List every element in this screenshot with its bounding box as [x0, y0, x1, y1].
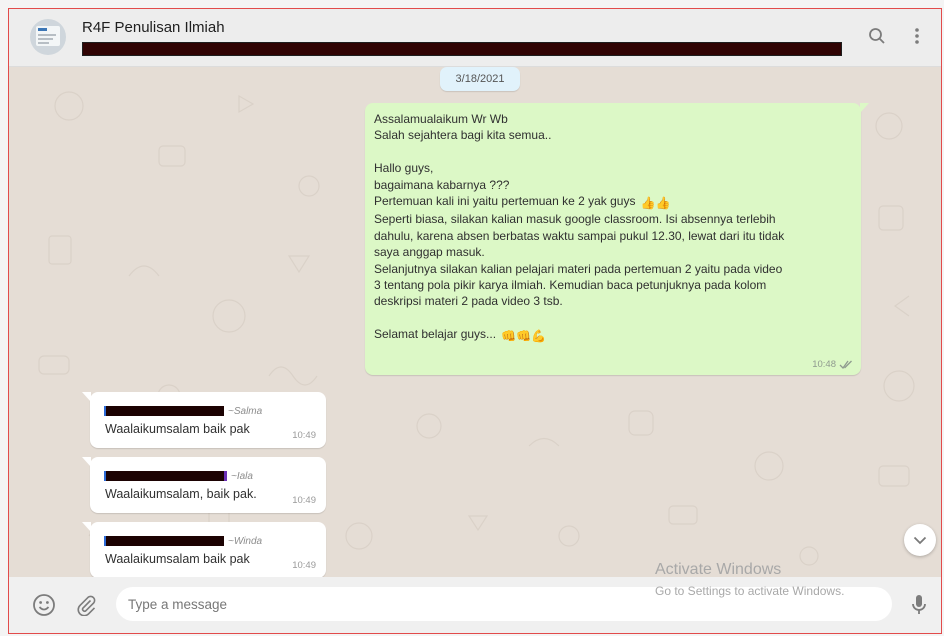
- redacted-participants-bar: [82, 42, 842, 56]
- document-thumbnail-icon: [36, 26, 60, 46]
- emoji-icon[interactable]: [31, 592, 57, 618]
- message-time: 10:49: [292, 495, 316, 506]
- group-avatar[interactable]: [30, 19, 66, 55]
- message-line: dahulu, karena absen berbatas waktu samp…: [374, 228, 785, 243]
- message-time: 10:49: [292, 560, 316, 571]
- incoming-message[interactable]: ~Iala Waalaikumsalam, baik pak. 10:49: [82, 457, 326, 513]
- chevron-down-icon: [913, 536, 927, 544]
- redacted-phone-number: [104, 536, 224, 546]
- message-list[interactable]: 3/18/2021 Assalamualaikum Wr Wb Salah se…: [9, 66, 941, 577]
- double-check-icon: [839, 360, 852, 369]
- message-line: saya anggap masuk.: [374, 245, 485, 260]
- date-chip: 3/18/2021: [440, 67, 520, 91]
- sender-name[interactable]: ~Salma: [228, 406, 262, 417]
- sender-name[interactable]: ~Winda: [228, 536, 262, 547]
- message-line-text: Pertemuan kali ini yaitu pertemuan ke 2 …: [374, 194, 636, 209]
- message-line: Assalamualaikum Wr Wb: [374, 112, 508, 126]
- message-line: Pertemuan kali ini yaitu pertemuan ke 2 …: [374, 193, 851, 211]
- message-composer: [9, 577, 941, 633]
- message-text: Waalaikumsalam baik pak: [105, 552, 250, 566]
- chat-title[interactable]: R4F Penulisan Ilmiah: [82, 19, 225, 36]
- paperclip-icon[interactable]: [73, 592, 99, 618]
- message-line: Selamat belajar guys... 👊👊💪: [374, 326, 851, 344]
- outgoing-message[interactable]: Assalamualaikum Wr Wb Salah sejahtera ba…: [365, 103, 869, 375]
- fist-emoji-icon: 👊👊💪: [501, 329, 547, 344]
- message-time: 10:49: [292, 430, 316, 441]
- sender-row: ~Iala: [104, 470, 253, 482]
- message-line: Selanjutnya silakan kalian pelajari mate…: [374, 261, 783, 276]
- thumbs-up-emoji-icon: 👍👍: [640, 196, 671, 211]
- message-line: bagaimana kabarnya ???: [374, 177, 510, 192]
- redacted-phone-number: [104, 471, 227, 481]
- message-line: [374, 144, 851, 160]
- sender-row: ~Winda: [104, 535, 262, 547]
- message-input[interactable]: [116, 587, 892, 621]
- scroll-down-button[interactable]: [904, 524, 936, 556]
- whatsapp-window: R4F Penulisan Ilmiah 3/18/2021 Assalamua…: [8, 8, 942, 634]
- chat-header: R4F Penulisan Ilmiah: [9, 9, 941, 67]
- message-text: Waalaikumsalam baik pak: [105, 422, 250, 436]
- message-line: Salah sejahtera bagi kita semua..: [374, 128, 552, 143]
- message-time: 10:48: [812, 359, 836, 370]
- message-line: 3 tentang pola pikir karya ilmiah. Kemud…: [374, 278, 767, 293]
- message-meta: 10:48: [812, 359, 853, 370]
- redacted-phone-number: [104, 406, 224, 416]
- message-line: [374, 310, 851, 326]
- incoming-message[interactable]: ~Winda Waalaikumsalam baik pak 10:49: [82, 522, 326, 577]
- kebab-menu-icon[interactable]: [905, 24, 929, 48]
- sender-name[interactable]: ~Iala: [231, 471, 253, 482]
- message-line: deskripsi materi 2 pada video 3 tsb.: [374, 294, 563, 309]
- microphone-icon[interactable]: [906, 592, 932, 618]
- message-line: Seperti biasa, silakan kalian masuk goog…: [374, 212, 776, 227]
- message-line-text: Selamat belajar guys...: [374, 327, 497, 342]
- sender-row: ~Salma: [104, 405, 262, 417]
- message-text: Waalaikumsalam, baik pak.: [105, 487, 257, 501]
- message-line: Hallo guys,: [374, 161, 434, 176]
- incoming-message[interactable]: ~Salma Waalaikumsalam baik pak 10:49: [82, 392, 326, 448]
- search-icon[interactable]: [865, 24, 889, 48]
